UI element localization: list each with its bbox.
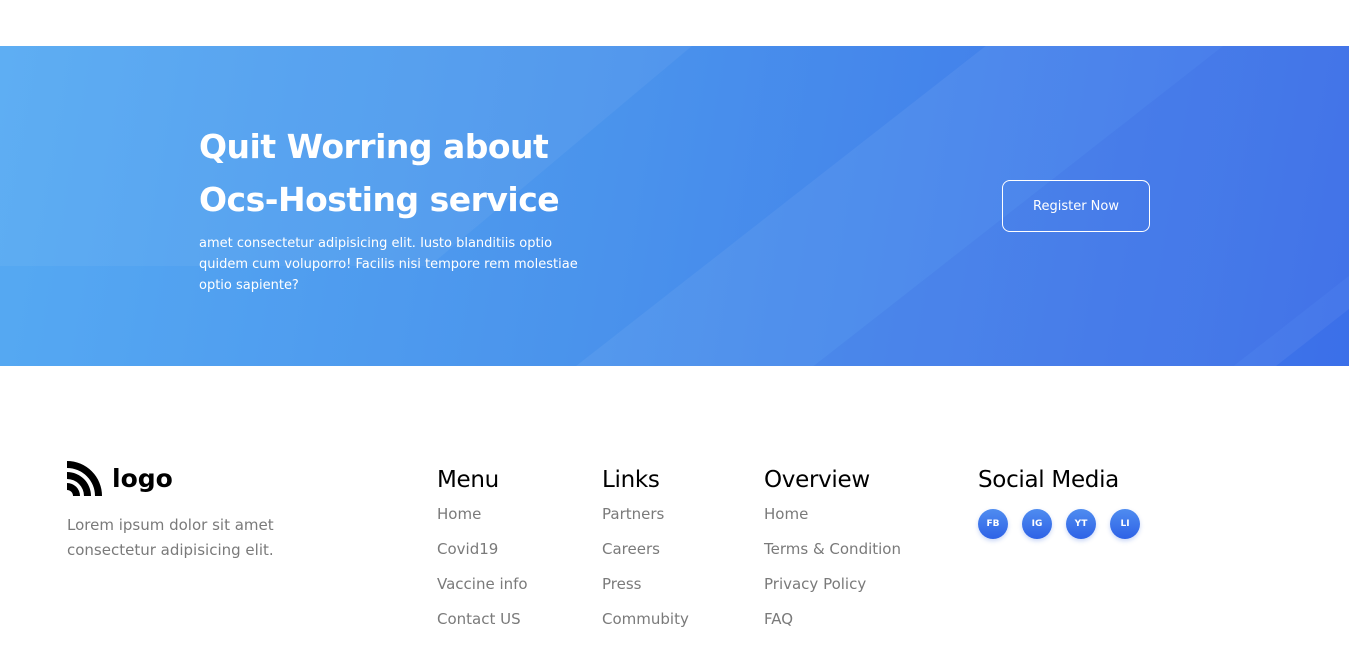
- rss-wave-icon: [67, 461, 102, 496]
- overview-link-faq[interactable]: FAQ: [764, 610, 793, 628]
- cta-title-line-1: Quit Worring about: [199, 127, 549, 166]
- cta-banner: Quit Worring about Ocs-Hosting service a…: [0, 46, 1349, 366]
- links-link-careers[interactable]: Careers: [602, 540, 660, 558]
- footer-overview-column: Overview Home Terms & Condition Privacy …: [764, 463, 901, 641]
- social-icons: FB IG YT LI: [978, 509, 1140, 539]
- overview-link-home[interactable]: Home: [764, 505, 808, 523]
- menu-link-covid19[interactable]: Covid19: [437, 540, 498, 558]
- links-link-partners[interactable]: Partners: [602, 505, 664, 523]
- linkedin-icon[interactable]: LI: [1110, 509, 1140, 539]
- footer-brand: logo Lorem ipsum dolor sit amet consecte…: [67, 461, 327, 563]
- social-heading: Social Media: [978, 467, 1119, 493]
- overview-link-terms[interactable]: Terms & Condition: [764, 540, 901, 558]
- footer-menu-column: Menu Home Covid19 Vaccine info Contact U…: [437, 463, 528, 641]
- overview-heading: Overview: [764, 467, 870, 493]
- logo-text: logo: [112, 464, 173, 493]
- cta-description: amet consectetur adipisicing elit. Iusto…: [199, 236, 578, 293]
- brand-description: Lorem ipsum dolor sit amet consectetur a…: [67, 516, 274, 559]
- menu-link-vaccine-info[interactable]: Vaccine info: [437, 575, 528, 593]
- logo[interactable]: logo: [67, 461, 327, 496]
- overview-link-privacy[interactable]: Privacy Policy: [764, 575, 866, 593]
- facebook-icon[interactable]: FB: [978, 509, 1008, 539]
- menu-link-contact-us[interactable]: Contact US: [437, 610, 521, 628]
- youtube-icon[interactable]: YT: [1066, 509, 1096, 539]
- instagram-icon[interactable]: IG: [1022, 509, 1052, 539]
- footer-links-column: Links Partners Careers Press Commubity: [602, 463, 689, 641]
- register-now-button[interactable]: Register Now: [1002, 180, 1150, 232]
- menu-heading: Menu: [437, 467, 499, 493]
- menu-link-home[interactable]: Home: [437, 505, 481, 523]
- cta-title-line-2: Ocs-Hosting service: [199, 180, 560, 219]
- links-heading: Links: [602, 467, 660, 493]
- links-link-press[interactable]: Press: [602, 575, 641, 593]
- footer-social-column: Social Media FB IG YT LI: [978, 463, 1140, 539]
- cta-title: Quit Worring about Ocs-Hosting service: [199, 120, 719, 226]
- links-link-community[interactable]: Commubity: [602, 610, 689, 628]
